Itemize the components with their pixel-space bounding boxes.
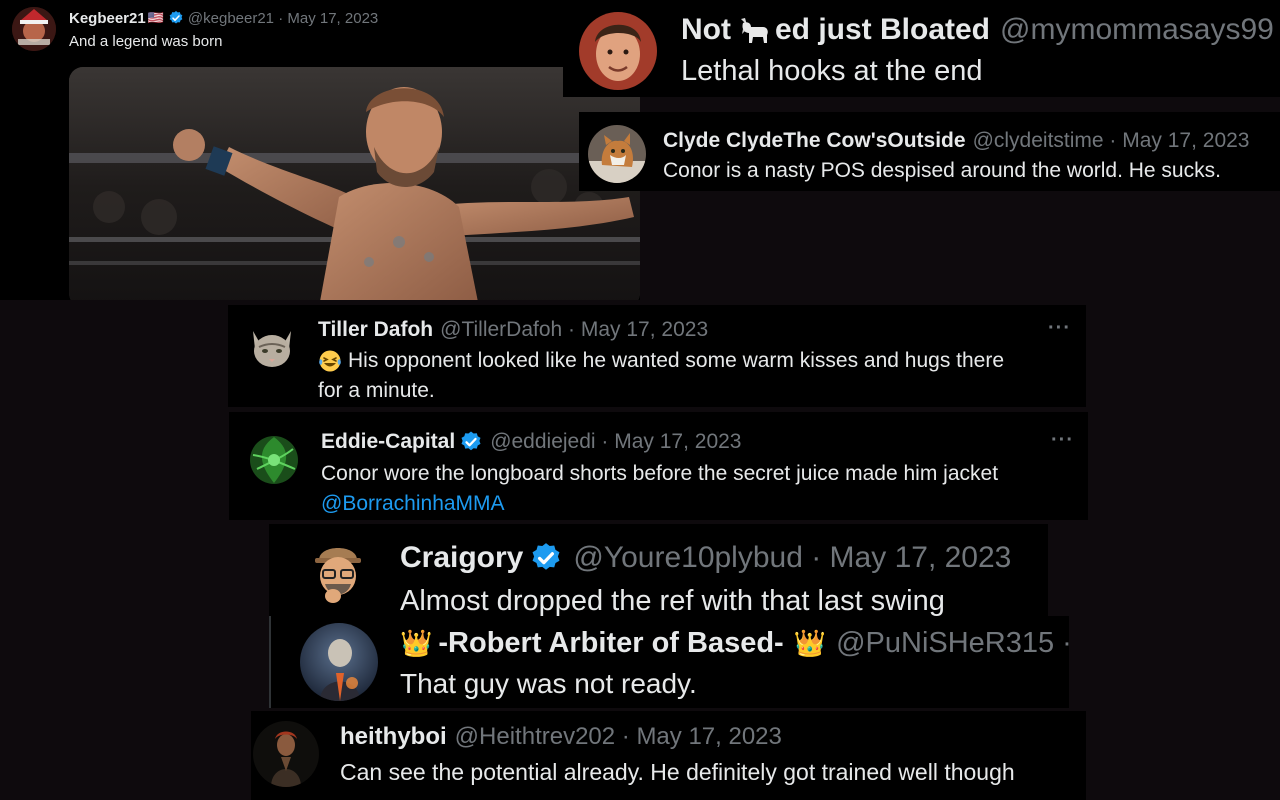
laughing-tears-emoji-icon xyxy=(319,350,341,372)
mention-link[interactable]: @BorrachinhaMMA xyxy=(321,492,505,516)
tweet-kegbeer[interactable]: Kegbeer21 🇺🇸 @kegbeer21 · May 17, 2023 A… xyxy=(0,0,640,300)
tweet-text-part1: His opponent looked like he wanted some … xyxy=(348,349,1005,372)
tweet-header: 👑 -Robert Arbiter of Based- 👑 @PuNiSHeR3… xyxy=(400,625,1069,661)
verified-badge-icon xyxy=(532,543,560,570)
avatar-image xyxy=(588,125,646,183)
flag-icon: 🇺🇸 xyxy=(147,10,164,25)
tweet-text: And a legend was born xyxy=(69,33,223,50)
tweet-text: Can see the potential already. He defini… xyxy=(340,759,1015,785)
tweet-craigory[interactable]: Craigory @Youre10plybud · May 17, 2023 A… xyxy=(269,524,1048,616)
handle-date[interactable]: @Heithtrev202 · May 17, 2023 xyxy=(455,723,782,751)
avatar-image xyxy=(243,429,305,491)
more-options-button[interactable]: ··· xyxy=(1048,317,1071,340)
handle-date[interactable]: @TillerDafoh · May 17, 2023 xyxy=(440,318,708,342)
display-name[interactable]: heithyboi xyxy=(340,723,447,751)
tweet-header: Kegbeer21 🇺🇸 @kegbeer21 · May 17, 2023 xyxy=(69,9,378,27)
tweet-header: Tiller Dafoh @TillerDafoh · May 17, 2023 xyxy=(318,317,708,343)
left-border xyxy=(269,616,271,708)
display-name[interactable]: Clyde ClydeThe Cow'sOutside xyxy=(663,129,966,153)
handle-date[interactable]: @Youre10plybud · May 17, 2023 xyxy=(573,541,1011,575)
tweet-heithy[interactable]: heithyboi @Heithtrev202 · May 17, 2023 C… xyxy=(251,711,1086,800)
handle[interactable]: @mymommasays99 xyxy=(1000,13,1274,47)
avatar-image xyxy=(12,7,56,51)
tweet-text-line1: Conor wore the longboard shorts before t… xyxy=(321,462,999,485)
handle-date[interactable]: @clydeitstime · May 17, 2023 xyxy=(973,129,1250,153)
tweet-clyde[interactable]: Clyde ClydeThe Cow'sOutside @clydeitstim… xyxy=(579,112,1280,191)
video-frame xyxy=(69,67,640,300)
avatar-image xyxy=(307,540,369,610)
avatar[interactable] xyxy=(579,12,657,90)
tweet-header: Craigory @Youre10plybud · May 17, 2023 xyxy=(400,540,1011,576)
tweet-text: Conor is a nasty POS despised around the… xyxy=(663,159,1221,182)
avatar-image xyxy=(300,623,378,701)
avatar-image xyxy=(245,319,299,373)
avatar-image xyxy=(253,721,319,787)
video-media[interactable] xyxy=(69,67,640,300)
avatar[interactable] xyxy=(253,721,319,787)
tweet-text: That guy was not ready. xyxy=(400,668,697,699)
display-name-part1[interactable]: Not xyxy=(681,13,731,47)
tweet-eddie[interactable]: Eddie-Capital @eddiejedi · May 17, 2023 … xyxy=(229,412,1088,520)
handle-date[interactable]: @eddiejedi · May 17, 2023 xyxy=(490,430,741,454)
avatar-image xyxy=(579,12,657,90)
verified-badge-icon xyxy=(169,11,183,24)
avatar[interactable] xyxy=(243,429,305,491)
tweet-text: Almost dropped the ref with that last sw… xyxy=(400,585,945,616)
display-name[interactable]: Eddie-Capital xyxy=(321,430,455,454)
avatar[interactable] xyxy=(300,623,378,701)
avatar[interactable] xyxy=(588,125,646,183)
tweet-header: heithyboi @Heithtrev202 · May 17, 2023 xyxy=(340,722,782,752)
display-name[interactable]: Tiller Dafoh xyxy=(318,318,433,342)
tweet-robert[interactable]: 👑 -Robert Arbiter of Based- 👑 @PuNiSHeR3… xyxy=(269,616,1069,708)
goat-icon xyxy=(740,18,768,43)
display-name[interactable]: -Robert Arbiter of Based- xyxy=(438,627,783,660)
avatar[interactable] xyxy=(307,540,369,610)
tweet-text-line1: His opponent looked like he wanted some … xyxy=(318,349,1004,373)
display-name[interactable]: Craigory xyxy=(400,541,523,575)
handle[interactable]: @PuNiSHeR315 xyxy=(836,627,1054,660)
display-name[interactable]: Kegbeer21 xyxy=(69,10,146,27)
tweet-mymomma[interactable]: Not ed just Bloated @mymommasays99 Letha… xyxy=(563,0,1280,97)
separator: · xyxy=(1062,627,1069,660)
handle-date[interactable]: @kegbeer21 · May 17, 2023 xyxy=(188,10,378,27)
tweet-header: Not ed just Bloated @mymommasays99 xyxy=(681,12,1274,48)
tweet-text-line2: for a minute. xyxy=(318,379,435,402)
tweet-header: Clyde ClydeThe Cow'sOutside @clydeitstim… xyxy=(663,128,1250,154)
tweet-header: Eddie-Capital @eddiejedi · May 17, 2023 xyxy=(321,429,742,455)
crown-icon-2: 👑 xyxy=(793,627,827,658)
tweet-tiller[interactable]: Tiller Dafoh @TillerDafoh · May 17, 2023… xyxy=(228,305,1086,407)
more-options-button[interactable]: ··· xyxy=(1051,429,1074,452)
avatar[interactable] xyxy=(12,7,56,51)
crown-icon: 👑 xyxy=(400,627,433,658)
display-name-part2[interactable]: ed just Bloated xyxy=(775,13,990,47)
avatar[interactable] xyxy=(245,319,299,373)
verified-badge-icon xyxy=(461,431,481,451)
tweet-text: Lethal hooks at the end xyxy=(681,55,983,87)
